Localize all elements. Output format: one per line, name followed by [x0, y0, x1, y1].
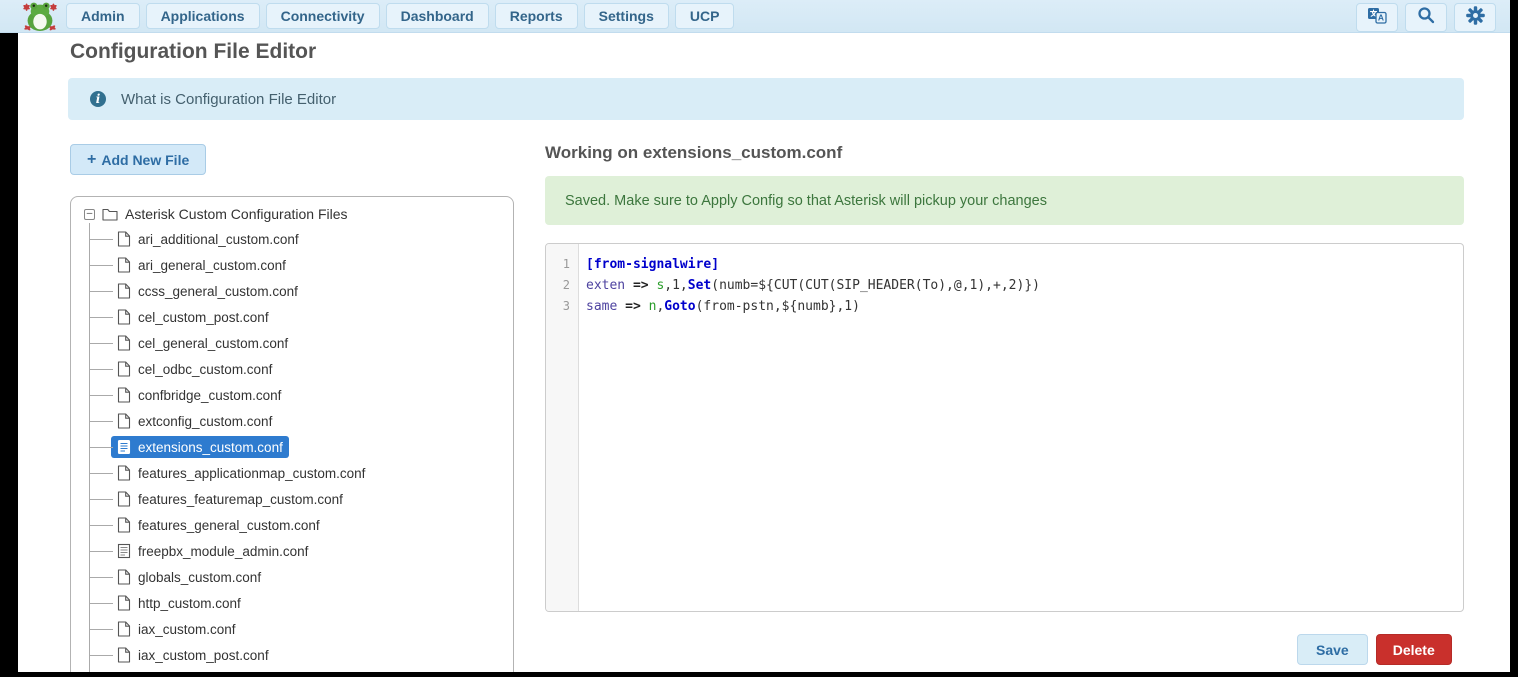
- tree-item-label: http_custom.conf: [138, 596, 241, 611]
- tree-item[interactable]: cel_general_custom.conf: [71, 330, 513, 356]
- tree-item[interactable]: http_custom.conf: [71, 590, 513, 616]
- tree-item-label: cel_general_custom.conf: [138, 336, 288, 351]
- code-line: exten => s,1,Set(numb=${CUT(CUT(SIP_HEAD…: [586, 275, 1463, 296]
- delete-button[interactable]: Delete: [1376, 634, 1452, 665]
- editor-gutter: 123: [546, 244, 579, 611]
- file-tree-panel: Asterisk Custom Configuration Files ari_…: [70, 196, 514, 672]
- nav-item-ucp[interactable]: UCP: [675, 3, 735, 29]
- tree-item-label: ccss_general_custom.conf: [138, 284, 298, 299]
- file-text-icon: [117, 439, 131, 455]
- success-alert: Saved. Make sure to Apply Config so that…: [545, 176, 1464, 225]
- add-new-file-label: Add New File: [101, 152, 189, 168]
- info-banner[interactable]: i What is Configuration File Editor: [68, 78, 1464, 120]
- file-icon: [117, 283, 131, 299]
- tree-item[interactable]: globals_custom.conf: [71, 564, 513, 590]
- file-icon: [117, 569, 131, 585]
- nav-item-applications[interactable]: Applications: [146, 3, 260, 29]
- tree-item-label: features_featuremap_custom.conf: [138, 492, 343, 507]
- file-icon: [117, 621, 131, 637]
- file-icon: [117, 465, 131, 481]
- tree-item[interactable]: iax_custom_post.conf: [71, 642, 513, 668]
- tree-item[interactable]: features_featuremap_custom.conf: [71, 486, 513, 512]
- file-icon: [117, 231, 131, 247]
- tree-item-label: extensions_custom.conf: [138, 440, 283, 455]
- language-button[interactable]: A: [1356, 3, 1398, 32]
- language-icon: A: [1367, 7, 1387, 29]
- gear-icon: [1466, 6, 1485, 30]
- info-icon: i: [90, 91, 106, 107]
- freepbx-frog-logo-icon[interactable]: [22, 1, 58, 32]
- search-icon: [1417, 6, 1435, 29]
- tree-root-label: Asterisk Custom Configuration Files: [125, 206, 348, 222]
- file-icon: [117, 257, 131, 273]
- tree-item[interactable]: features_applicationmap_custom.conf: [71, 460, 513, 486]
- tree-item-label: globals_custom.conf: [138, 570, 261, 585]
- tree-item[interactable]: extensions_custom.conf: [71, 434, 513, 460]
- tree-item[interactable]: freepbx_module_admin.conf: [71, 538, 513, 564]
- tree-item[interactable]: extconfig_custom.conf: [71, 408, 513, 434]
- save-button[interactable]: Save: [1297, 634, 1368, 665]
- file-icon: [117, 335, 131, 351]
- content-area: Configuration File Editor i What is Conf…: [18, 33, 1510, 672]
- line-number: 2: [546, 275, 578, 296]
- tree-item-label: extconfig_custom.conf: [138, 414, 272, 429]
- config-file-editor[interactable]: 123 [from-signalwire]exten => s,1,Set(nu…: [545, 243, 1464, 612]
- tree-item[interactable]: features_general_custom.conf: [71, 512, 513, 538]
- tree-item[interactable]: cel_custom_post.conf: [71, 304, 513, 330]
- file-icon: [117, 595, 131, 611]
- tree-item-label: iax_custom_post.conf: [138, 648, 269, 663]
- info-banner-text: What is Configuration File Editor: [121, 91, 336, 108]
- nav-menu: AdminApplicationsConnectivityDashboardRe…: [66, 3, 734, 29]
- tree-item-label: iax_custom.conf: [138, 622, 236, 637]
- svg-text:A: A: [1378, 12, 1384, 22]
- tree-item-label: ari_general_custom.conf: [138, 258, 286, 273]
- editor-actions: Save Delete: [1297, 634, 1452, 665]
- file-icon: [117, 517, 131, 533]
- working-on-heading: Working on extensions_custom.conf: [545, 143, 842, 163]
- file-text-icon: [117, 543, 131, 559]
- nav-item-settings[interactable]: Settings: [584, 3, 669, 29]
- tree-item[interactable]: ari_additional_custom.conf: [71, 226, 513, 252]
- tree-item[interactable]: confbridge_custom.conf: [71, 382, 513, 408]
- code-line: same => n,Goto(from-pstn,${numb},1): [586, 296, 1463, 317]
- nav-item-admin[interactable]: Admin: [66, 3, 140, 29]
- top-navbar: AdminApplicationsConnectivityDashboardRe…: [0, 0, 1510, 33]
- tree-item-label: ari_additional_custom.conf: [138, 232, 299, 247]
- tree-item[interactable]: cel_odbc_custom.conf: [71, 356, 513, 382]
- folder-icon: [102, 208, 118, 221]
- tree-item-label: cel_odbc_custom.conf: [138, 362, 272, 377]
- nav-item-dashboard[interactable]: Dashboard: [386, 3, 489, 29]
- nav-tools: A: [1356, 3, 1496, 32]
- collapse-toggle-icon[interactable]: [84, 209, 95, 220]
- page-title: Configuration File Editor: [70, 40, 316, 64]
- tree-item-label: cel_custom_post.conf: [138, 310, 269, 325]
- tree-item[interactable]: iax_custom.conf: [71, 616, 513, 642]
- tree-item[interactable]: [71, 668, 513, 672]
- file-icon: [117, 309, 131, 325]
- file-icon: [117, 387, 131, 403]
- tree-item-label: features_general_custom.conf: [138, 518, 320, 533]
- tree-item-label: freepbx_module_admin.conf: [138, 544, 308, 559]
- add-new-file-button[interactable]: + Add New File: [70, 144, 206, 175]
- tree-item[interactable]: ari_general_custom.conf: [71, 252, 513, 278]
- tree-item-label: confbridge_custom.conf: [138, 388, 281, 403]
- nav-item-connectivity[interactable]: Connectivity: [266, 3, 380, 29]
- search-button[interactable]: [1405, 3, 1447, 32]
- success-alert-text: Saved. Make sure to Apply Config so that…: [565, 193, 1047, 209]
- line-number: 1: [546, 254, 578, 275]
- file-icon: [117, 361, 131, 377]
- tree-item[interactable]: ccss_general_custom.conf: [71, 278, 513, 304]
- tree-root[interactable]: Asterisk Custom Configuration Files: [71, 202, 513, 226]
- nav-item-reports[interactable]: Reports: [495, 3, 578, 29]
- line-number: 3: [546, 296, 578, 317]
- file-icon: [117, 413, 131, 429]
- plus-icon: +: [87, 151, 96, 169]
- tree-item-label: features_applicationmap_custom.conf: [138, 466, 365, 481]
- code-lines[interactable]: [from-signalwire]exten => s,1,Set(numb=$…: [580, 244, 1463, 317]
- settings-button[interactable]: [1454, 3, 1496, 32]
- file-tree-items: ari_additional_custom.conf ari_general_cu…: [71, 226, 513, 672]
- file-icon: [117, 491, 131, 507]
- code-line: [from-signalwire]: [586, 254, 1463, 275]
- file-icon: [117, 647, 131, 663]
